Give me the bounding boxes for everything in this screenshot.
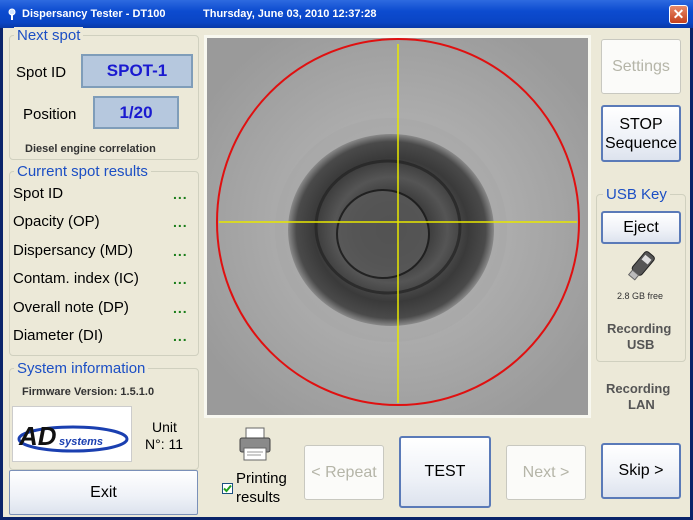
exit-button[interactable]: Exit — [9, 470, 198, 515]
svg-text:AD: AD — [18, 421, 57, 451]
position-field: 1/20 — [93, 96, 179, 129]
eject-button[interactable]: Eject — [601, 211, 681, 244]
unit-label: Unit — [152, 419, 177, 435]
usb-drive-icon — [627, 251, 655, 281]
spot-id-label: Spot ID — [16, 64, 67, 81]
sequence-label: Sequence — [604, 134, 678, 152]
company-logo: AD systems — [12, 406, 132, 462]
position-label: Position — [23, 106, 77, 123]
usb-free-space: 2.8 GB free — [617, 291, 664, 301]
result-label-contam-index: Contam. index (IC) — [13, 270, 139, 287]
spot-image-viewer — [204, 35, 591, 418]
spot-image — [207, 38, 588, 415]
settings-button[interactable]: Settings — [601, 39, 681, 94]
skip-button[interactable]: Skip > — [601, 443, 681, 499]
result-value-opacity: ... — [173, 214, 188, 230]
result-label-overall-note: Overall note (DP) — [13, 299, 129, 316]
window-title: Dispersancy Tester - DT100 — [22, 8, 166, 20]
svg-text:systems: systems — [59, 436, 103, 448]
repeat-button[interactable]: < Repeat — [304, 445, 384, 500]
main-window: Next spot Spot ID SPOT-1 Position 1/20 D… — [3, 27, 690, 517]
current-results-title: Current spot results — [14, 163, 151, 180]
recording-usb-line2: USB — [627, 337, 655, 352]
usb-key-title: USB Key — [603, 186, 670, 203]
result-label-spot-id: Spot ID — [13, 185, 64, 202]
result-value-spot-id: ... — [173, 186, 188, 202]
result-label-opacity: Opacity (OP) — [13, 213, 100, 230]
recording-usb-line1: Recording — [607, 321, 672, 336]
title-bar: Dispersancy Tester - DT100 Thursday, Jun… — [0, 0, 693, 28]
stop-label: STOP — [619, 115, 663, 133]
test-button[interactable]: TEST — [399, 436, 491, 508]
current-results-group: Current spot results Spot ID ... Opacity… — [9, 163, 199, 356]
ad-systems-logo: AD systems — [17, 421, 129, 453]
recording-lan-line1: Recording — [606, 381, 671, 396]
app-icon — [8, 8, 16, 20]
system-info-group: System information Firmware Version: 1.5… — [9, 360, 199, 470]
spot-id-field: SPOT-1 — [81, 54, 193, 88]
next-spot-title: Next spot — [14, 27, 84, 44]
result-label-dispersancy: Dispersancy (MD) — [13, 242, 134, 259]
window-datetime: Thursday, June 03, 2010 12:37:28 — [203, 8, 377, 20]
result-label-diameter: Diameter (DI) — [13, 327, 104, 344]
printer-icon — [239, 427, 271, 461]
result-value-contam-index: ... — [173, 271, 188, 287]
printing-label-line1: Printing — [236, 470, 287, 487]
unit-number: N°: 11 — [145, 436, 184, 452]
printing-label-line2: results — [236, 489, 281, 506]
recording-lan-line2: LAN — [628, 397, 655, 412]
result-value-diameter: ... — [173, 328, 188, 344]
printing-checkbox[interactable] — [222, 483, 233, 494]
usb-key-group: USB Key Eject 2.8 GB free Recording USB — [596, 186, 686, 362]
firmware-version: Firmware Version: 1.5.1.0 — [22, 386, 155, 398]
next-button[interactable]: Next > — [506, 445, 586, 500]
system-info-title: System information — [14, 360, 149, 377]
result-value-dispersancy: ... — [173, 243, 188, 259]
next-spot-group: Next spot Spot ID SPOT-1 Position 1/20 D… — [9, 27, 199, 160]
stop-sequence-button[interactable]: STOP Sequence — [601, 105, 681, 162]
result-value-overall-note: ... — [173, 300, 188, 316]
checkmark-icon — [223, 484, 232, 493]
close-button[interactable]: ✕ — [669, 5, 688, 24]
correlation-label: Diesel engine correlation — [25, 143, 156, 155]
